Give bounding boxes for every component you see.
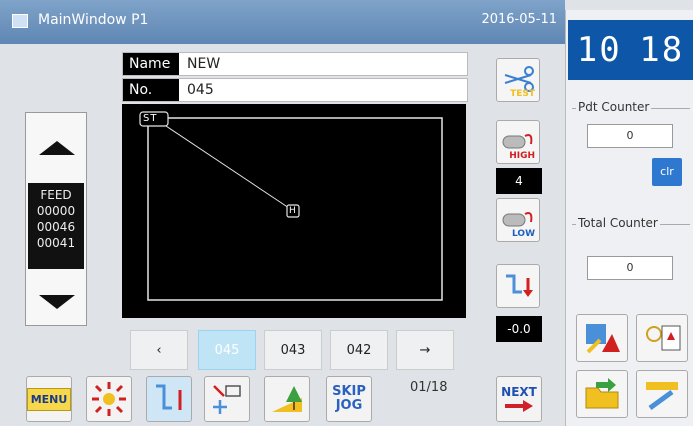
trace-move-icon (213, 385, 241, 414)
clear-counter-button[interactable]: clr (652, 158, 682, 186)
next-button[interactable]: NEXT (496, 376, 542, 422)
number-value: 045 (187, 82, 214, 98)
pattern-item-043[interactable]: 043 (264, 330, 322, 370)
pattern-item-042[interactable]: 042 (330, 330, 388, 370)
name-field[interactable]: Name NEW (122, 52, 468, 76)
number-label: No. (123, 79, 179, 101)
pattern-item-045[interactable]: 045 (198, 330, 256, 370)
digital-right: 18 (639, 30, 685, 70)
thread-cut-test-button[interactable]: TEST (496, 58, 540, 102)
number-field[interactable]: No. 045 (122, 78, 468, 102)
digital-display: 10 18 (568, 20, 693, 80)
high-label: HIGH (509, 151, 535, 161)
name-label: Name (123, 53, 179, 75)
offset-value: -0.0 (496, 316, 542, 342)
sun-target-icon (92, 382, 126, 416)
low-label: LOW (512, 229, 535, 239)
origin-search-button[interactable] (86, 376, 132, 422)
window-icon (12, 14, 28, 28)
pencil-ruler-icon (646, 382, 678, 411)
bulb-card-icon (646, 325, 681, 351)
feed-label: FEED (40, 188, 72, 202)
window-title: MainWindow P1 (38, 12, 149, 28)
feed-display: FEED 00000 00046 00041 (28, 183, 84, 269)
page-indicator: 01/18 (410, 380, 448, 395)
folder-icon (585, 378, 619, 409)
skip-label: SKIP (332, 384, 366, 399)
arrow-right-icon (505, 400, 533, 412)
pdt-counter-label: Pdt Counter (576, 100, 652, 114)
shapes-icon (586, 324, 620, 354)
trace-button[interactable] (204, 376, 250, 422)
menu-button[interactable]: MENU (26, 376, 72, 422)
name-value: NEW (187, 56, 221, 72)
prev-page-button[interactable]: ‹ (130, 330, 188, 370)
skip-jog-button[interactable]: SKIP JOG (326, 376, 372, 422)
digital-left: 10 (576, 30, 622, 70)
tension-high-button[interactable]: HIGH (496, 120, 540, 164)
next-page-button[interactable]: → (396, 330, 454, 370)
tension-value: 4 (496, 168, 542, 194)
jog-label: JOG (335, 398, 363, 413)
needle-down-icon (506, 274, 533, 297)
start-marker: ST (143, 113, 158, 124)
date-display: 2016-05-11 (481, 12, 557, 27)
home-marker: H (289, 206, 296, 216)
data-edit-button[interactable] (636, 370, 688, 418)
test-label: TEST (510, 89, 535, 99)
needle-icon (156, 384, 182, 410)
feed-value-3: 00041 (36, 236, 76, 250)
total-counter-value: 0 (587, 256, 673, 280)
feed-value-1: 00000 (36, 204, 76, 218)
needle-position-button[interactable] (496, 264, 540, 308)
feed-up-arrow-icon[interactable] (39, 141, 75, 155)
feed-panel: FEED 00000 00046 00041 (25, 112, 87, 326)
feed-down-arrow-icon[interactable] (39, 295, 75, 309)
pattern-canvas[interactable]: ST H (122, 104, 466, 318)
feed-value-2: 00046 (36, 220, 76, 234)
menu-label: MENU (26, 387, 72, 411)
title-bar: MainWindow P1 2016-05-11 (0, 0, 565, 44)
pdt-counter-value: 0 (587, 124, 673, 148)
tension-low-button[interactable]: LOW (496, 198, 540, 242)
winding-button[interactable] (264, 376, 310, 422)
parameter-button[interactable] (636, 314, 688, 362)
pattern-edit-button[interactable] (576, 314, 628, 362)
needle-up-down-button[interactable] (146, 376, 192, 422)
total-counter-label: Total Counter (576, 216, 660, 230)
next-label: NEXT (501, 385, 537, 399)
tree-icon (272, 386, 302, 412)
file-open-button[interactable] (576, 370, 628, 418)
